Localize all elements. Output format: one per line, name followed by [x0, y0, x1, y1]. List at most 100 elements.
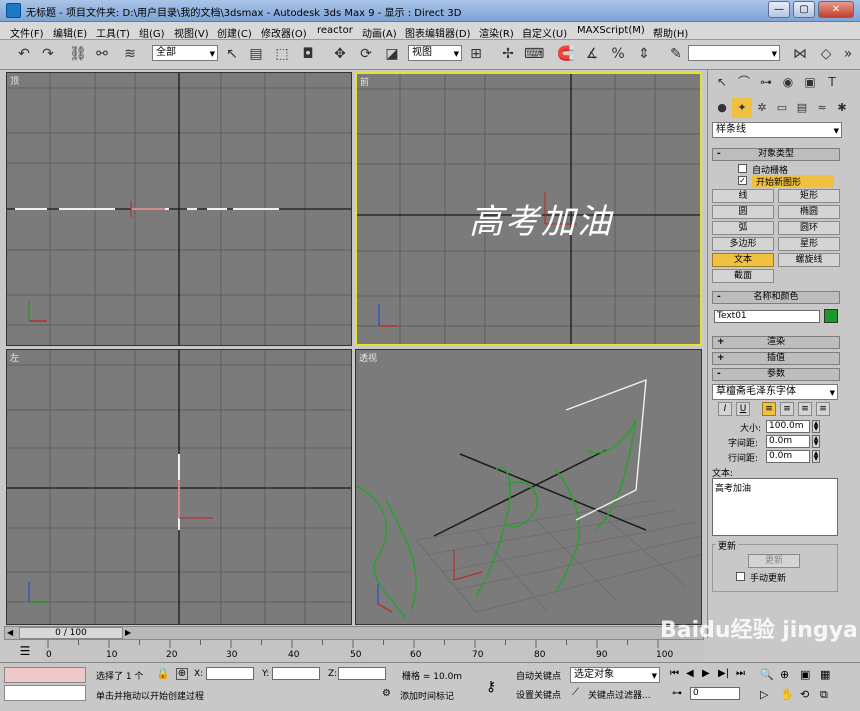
shape-category-dropdown[interactable]: 样条线: [712, 122, 842, 138]
x-coord-field[interactable]: [206, 667, 254, 680]
set-key-icon[interactable]: ⚷: [486, 679, 496, 695]
align-icon[interactable]: ◇: [816, 44, 836, 64]
select-link-icon[interactable]: ⛓: [68, 44, 88, 64]
object-color-swatch[interactable]: [824, 309, 838, 323]
text-area[interactable]: 高考加油: [712, 478, 838, 536]
menu-create[interactable]: 创建(C): [217, 25, 252, 40]
ref-coord-dropdown[interactable]: 视图: [408, 45, 462, 61]
rollout-rendering[interactable]: + 渲染: [712, 336, 840, 349]
size-spinner[interactable]: ▲ ▼: [812, 420, 820, 433]
keyboard-shortcut-icon[interactable]: ⌨: [524, 44, 544, 64]
donut-button[interactable]: 圆环: [778, 221, 840, 235]
select-object-icon[interactable]: ↖: [222, 44, 242, 64]
update-button[interactable]: 更新: [748, 554, 800, 568]
hierarchy-tab-icon[interactable]: ⊶: [756, 72, 776, 92]
menu-reactor[interactable]: reactor: [317, 25, 353, 36]
scale-icon[interactable]: ◪: [382, 44, 402, 64]
add-time-tag-icon[interactable]: ⚙: [382, 688, 391, 699]
display-tab-icon[interactable]: ▣: [800, 72, 820, 92]
italic-button[interactable]: I: [718, 402, 732, 416]
lock-icon[interactable]: 🔒: [156, 667, 170, 680]
named-selection-icon[interactable]: ✎: [666, 44, 686, 64]
menu-graph-editors[interactable]: 图表编辑器(D): [405, 25, 471, 40]
justify-icon[interactable]: ≡: [816, 402, 830, 416]
section-button[interactable]: 截面: [712, 269, 774, 283]
manipulate-icon[interactable]: ✢: [498, 44, 518, 64]
time-slider-prev-icon[interactable]: ◀: [7, 628, 17, 638]
rollout-object-type[interactable]: - 对象类型: [712, 148, 840, 161]
viewport-front[interactable]: 高考加油 前: [355, 72, 702, 346]
circle-button[interactable]: 圆: [712, 205, 774, 219]
helpers-icon[interactable]: ▤: [792, 98, 812, 118]
maxscript-input[interactable]: [4, 685, 86, 701]
snap-icon[interactable]: 🧲: [556, 44, 576, 64]
align-left-icon[interactable]: ≡: [762, 402, 776, 416]
key-mode-dropdown[interactable]: 选定对象: [570, 667, 660, 683]
star-button[interactable]: 星形: [778, 237, 840, 251]
named-selection-dropdown[interactable]: [688, 45, 780, 61]
auto-grid-checkbox[interactable]: [738, 164, 747, 173]
ngon-button[interactable]: 多边形: [712, 237, 774, 251]
lights-icon[interactable]: ✲: [752, 98, 772, 118]
angle-snap-icon[interactable]: ∡: [582, 44, 602, 64]
maximize-viewport-icon[interactable]: ⧉: [820, 688, 828, 702]
bind-space-warp-icon[interactable]: ≋: [120, 44, 140, 64]
viewport-perspective[interactable]: 透视: [355, 349, 702, 625]
track-bar[interactable]: 0 10 20 30 40 50 60 70 80 90 100: [44, 640, 704, 662]
mirror-icon[interactable]: ⋈: [790, 44, 810, 64]
zoom-extents-all-icon[interactable]: ▦: [820, 668, 830, 681]
menu-group[interactable]: 组(G): [139, 25, 165, 40]
zoom-all-icon[interactable]: ⊕: [780, 668, 789, 681]
create-tab-icon[interactable]: ↖: [712, 72, 732, 92]
menu-tools[interactable]: 工具(T): [96, 25, 130, 40]
add-time-tag[interactable]: 添加时间标记: [400, 689, 454, 702]
rotate-icon[interactable]: ⟳: [356, 44, 376, 64]
auto-key-button[interactable]: 自动关键点: [516, 669, 561, 682]
pivot-icon[interactable]: ⊞: [466, 44, 486, 64]
geometry-icon[interactable]: ●: [712, 98, 732, 118]
select-by-name-icon[interactable]: ▤: [246, 44, 266, 64]
maxscript-listener[interactable]: [4, 667, 86, 683]
size-field[interactable]: 100.0m: [766, 420, 810, 433]
shapes-icon[interactable]: ✦: [732, 98, 752, 118]
menu-edit[interactable]: 编辑(E): [53, 25, 87, 40]
current-frame-field[interactable]: 0: [690, 687, 740, 700]
ellipse-button[interactable]: 椭圆: [778, 205, 840, 219]
start-new-shape-checkbox[interactable]: ✓: [738, 176, 747, 185]
rectangle-button[interactable]: 矩形: [778, 189, 840, 203]
menu-maxscript[interactable]: MAXScript(M): [577, 25, 645, 36]
viewport-left[interactable]: 左: [6, 349, 352, 625]
percent-snap-icon[interactable]: %: [608, 44, 628, 64]
rect-region-icon[interactable]: ⬚: [272, 44, 292, 64]
manual-update-checkbox[interactable]: [736, 572, 745, 581]
leading-spinner[interactable]: ▲ ▼: [812, 450, 820, 463]
fov-icon[interactable]: ▷: [760, 688, 768, 701]
menu-modifiers[interactable]: 修改器(O): [261, 25, 307, 40]
space-warps-icon[interactable]: ≈: [812, 98, 832, 118]
rollout-parameters[interactable]: - 参数: [712, 368, 840, 381]
prev-frame-icon[interactable]: ◀: [686, 668, 694, 679]
maximize-button[interactable]: ▢: [793, 1, 815, 18]
menu-file[interactable]: 文件(F): [10, 25, 44, 40]
move-icon[interactable]: ✥: [330, 44, 350, 64]
next-frame-icon[interactable]: ▶|: [718, 668, 729, 679]
menu-help[interactable]: 帮助(H): [653, 25, 688, 40]
helix-button[interactable]: 螺旋线: [778, 253, 840, 267]
align-center-icon[interactable]: ≡: [780, 402, 794, 416]
orbit-icon[interactable]: ⟲: [800, 688, 809, 701]
selection-filter-dropdown[interactable]: 全部: [152, 45, 218, 61]
key-mode-icon[interactable]: ⊶: [672, 688, 682, 699]
underline-button[interactable]: U: [736, 402, 750, 416]
leading-field[interactable]: 0.0m: [766, 450, 810, 463]
systems-icon[interactable]: ✱: [832, 98, 852, 118]
key-filter-icon[interactable]: ⟋: [572, 687, 579, 698]
kerning-spinner[interactable]: ▲ ▼: [812, 435, 820, 448]
menu-rendering[interactable]: 渲染(R): [479, 25, 514, 40]
key-filters-button[interactable]: 关键点过滤器...: [588, 688, 651, 701]
rollout-interpolation[interactable]: + 插值: [712, 352, 840, 365]
window-crossing-icon[interactable]: ◘: [298, 44, 318, 64]
time-slider-thumb[interactable]: 0 / 100: [19, 627, 123, 639]
arc-button[interactable]: 弧: [712, 221, 774, 235]
spinner-snap-icon[interactable]: ⇕: [634, 44, 654, 64]
menu-views[interactable]: 视图(V): [174, 25, 209, 40]
